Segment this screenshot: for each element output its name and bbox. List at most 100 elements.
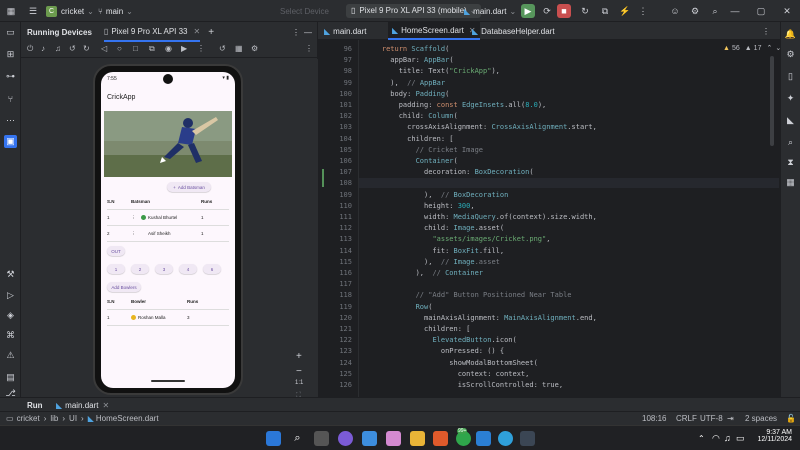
volume-icon[interactable]: ♫	[724, 433, 731, 443]
code-line[interactable]: mainAxisAlignment: MainAxisAlignment.end…	[365, 314, 597, 322]
notifications-icon[interactable]: 🔔	[784, 28, 797, 41]
stop-button[interactable]: ■	[557, 4, 571, 18]
zoom-in-icon[interactable]: +	[296, 351, 302, 362]
project-selector[interactable]: C cricket ⌄	[46, 4, 94, 18]
code-line[interactable]: ), // AppBar	[365, 79, 445, 87]
line-number[interactable]: 122	[339, 336, 352, 344]
line-number[interactable]: 109	[339, 191, 352, 199]
line-number[interactable]: 114	[339, 247, 352, 255]
line-number[interactable]: 111	[339, 213, 352, 221]
profile-icon[interactable]: ☺	[668, 4, 682, 18]
overview-icon[interactable]: □	[133, 44, 138, 53]
vscode-icon[interactable]	[476, 431, 491, 446]
code-editor[interactable]: 96 97 98 99 100 101 102 103 104 105 106 107 108 109 11…	[318, 40, 780, 397]
ai-assistant-icon[interactable]: ✦	[784, 92, 797, 105]
run-label[interactable]: Run	[27, 401, 43, 410]
edge-icon[interactable]	[498, 431, 513, 446]
breadcrumb-item[interactable]: lib	[50, 414, 58, 423]
battery-icon[interactable]: ▭	[736, 433, 745, 444]
run-button[interactable]: ▶	[521, 4, 535, 18]
add-batsman-button[interactable]: + Add Batsman	[167, 182, 211, 192]
rotate-left-icon[interactable]: ↺	[69, 44, 76, 53]
tab-homescreen-dart[interactable]: ◣ HomeScreen.dart ✕	[388, 22, 480, 40]
table-row[interactable]: 1 ⋮ Kushal Bhurtel 1	[107, 210, 229, 226]
branch-selector[interactable]: ⑂ main ⌄	[98, 4, 133, 18]
minimize-icon[interactable]: —	[304, 28, 312, 37]
hot-restart-icon[interactable]: ↻	[578, 4, 592, 18]
more-icon[interactable]: ⋮	[636, 4, 650, 18]
run-tool-icon[interactable]: ▷	[4, 289, 17, 302]
tab-main-dart[interactable]: ◣ main.dart	[324, 22, 367, 40]
indent-setting[interactable]: 2 spaces	[745, 414, 777, 423]
gradle-icon[interactable]: ⚙	[784, 48, 797, 61]
out-button[interactable]: OUT	[107, 246, 125, 256]
run-1-button[interactable]: 1	[107, 264, 125, 274]
volume-up-icon[interactable]: ♪	[41, 44, 45, 53]
clock[interactable]: 9:37 AM 12/11/2024	[757, 429, 792, 443]
video-icon[interactable]: ▶	[181, 44, 187, 53]
cursor-position[interactable]: 108:16	[642, 414, 666, 423]
brave-icon[interactable]	[433, 431, 448, 446]
line-number[interactable]: 115	[339, 258, 352, 266]
line-number[interactable]: 102	[339, 112, 352, 120]
more-icon[interactable]: ⋮	[305, 44, 313, 53]
code-line[interactable]: width: MediaQuery.of(context).size.width…	[365, 213, 597, 221]
code-line[interactable]: ), // Container	[365, 269, 483, 277]
search-icon[interactable]: ⌕	[290, 431, 305, 446]
add-icon[interactable]: +	[208, 27, 214, 38]
inspector-icon[interactable]: ⌕	[784, 136, 797, 149]
line-ending[interactable]: CRLF	[676, 414, 697, 423]
more-icon[interactable]: ⋮	[197, 44, 205, 53]
code-line[interactable]: isScrollControlled: true,	[365, 381, 563, 389]
line-number[interactable]: 107	[339, 168, 352, 176]
line-number[interactable]: 118	[339, 291, 352, 299]
line-number[interactable]: 98	[344, 67, 352, 75]
run-2-button[interactable]: 2	[131, 264, 149, 274]
add-bowlers-button[interactable]: Add Bowlers	[107, 282, 141, 292]
mirror-icon[interactable]: ↺	[219, 44, 226, 53]
code-line[interactable]: child: Image.asset(	[365, 224, 504, 232]
minimize-icon[interactable]: —	[728, 4, 742, 18]
close-icon[interactable]: ✕	[194, 27, 201, 36]
line-number[interactable]: 99	[344, 79, 352, 87]
settings-icon[interactable]: ⚙	[688, 4, 702, 18]
line-number[interactable]: 121	[339, 325, 352, 333]
breadcrumb-item[interactable]: HomeScreen.dart	[96, 414, 159, 423]
code-line[interactable]: children: [	[365, 135, 453, 143]
settings-icon[interactable]: ⚙	[251, 44, 258, 53]
code-line[interactable]: ), // BoxDecoration	[365, 191, 508, 199]
line-number[interactable]: 104	[339, 135, 352, 143]
line-number[interactable]: 125	[339, 370, 352, 378]
line-number[interactable]: 101	[339, 101, 352, 109]
more-icon[interactable]: ⋮	[131, 231, 141, 237]
device-manager-icon[interactable]: ▯	[784, 70, 797, 83]
folder-icon[interactable]: ▭	[4, 26, 17, 39]
snapshot-icon[interactable]: ⧉	[149, 44, 155, 54]
android-studio-icon[interactable]	[520, 431, 535, 446]
code-line[interactable]: crossAxisAlignment: CrossAxisAlignment.s…	[365, 123, 597, 131]
windows-start-icon[interactable]	[266, 431, 281, 446]
line-number[interactable]: 105	[339, 146, 352, 154]
line-number[interactable]: 97	[344, 56, 352, 64]
code-line[interactable]: title: Text("CrickApp"),	[365, 67, 500, 75]
back-icon[interactable]: ◁	[101, 44, 107, 53]
code-line[interactable]: padding: const EdgeInsets.all(8.0),	[365, 101, 547, 109]
line-number[interactable]: 117	[339, 280, 352, 288]
run-config-tab[interactable]: ◣ main.dart ✕	[56, 401, 109, 410]
file-encoding[interactable]: UTF-8	[700, 414, 723, 423]
zoom-ratio[interactable]: 1:1	[295, 380, 303, 386]
line-number[interactable]: 103	[339, 123, 352, 131]
code-line[interactable]: Row(	[365, 303, 433, 311]
code-line[interactable]: context: context,	[365, 370, 530, 378]
zoom-out-icon[interactable]: −	[296, 366, 302, 377]
volume-down-icon[interactable]: ♫	[55, 44, 61, 53]
running-devices-icon[interactable]: ▣	[4, 135, 17, 148]
debug-button[interactable]: ⟳	[540, 4, 554, 18]
code-line[interactable]: decoration: BoxDecoration(	[365, 168, 534, 176]
code-line[interactable]: showModalBottomSheet(	[365, 359, 538, 367]
task-view-icon[interactable]	[314, 431, 329, 446]
power-icon[interactable]: ⏻	[27, 44, 33, 54]
run-3-button[interactable]: 3	[155, 264, 173, 274]
commit-icon[interactable]: ⊶	[4, 70, 17, 83]
more-icon[interactable]: ⋮	[292, 28, 300, 37]
